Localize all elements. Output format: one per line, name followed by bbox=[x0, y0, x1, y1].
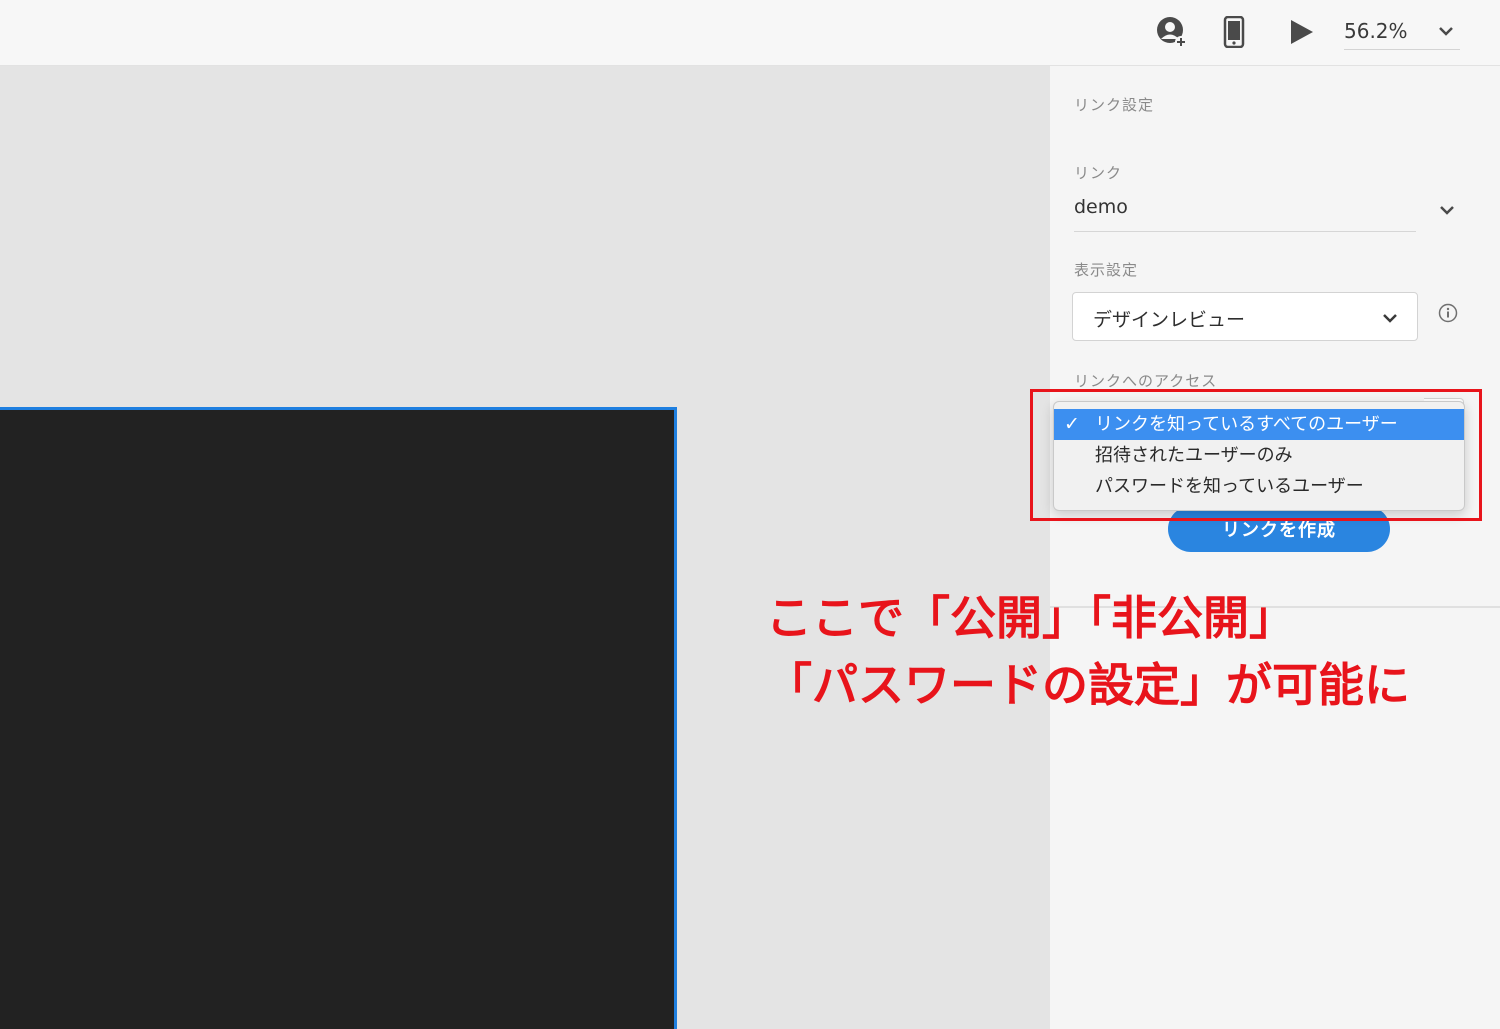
artboard[interactable] bbox=[0, 407, 677, 1029]
link-select[interactable]: demo bbox=[1074, 194, 1416, 232]
chevron-down-icon[interactable] bbox=[1438, 201, 1456, 220]
device-preview-icon[interactable] bbox=[1216, 14, 1252, 50]
annotation-line-2: 「パスワードの設定」が可能に bbox=[766, 658, 1410, 712]
link-value: demo bbox=[1074, 196, 1128, 218]
top-toolbar: 56.2% bbox=[0, 0, 1500, 66]
zoom-value: 56.2% bbox=[1344, 19, 1408, 43]
annotation-line-1: ここで「公開」「非公開」 bbox=[766, 591, 1295, 645]
link-settings-panel: リンク設定 リンク demo 表示設定 デザインレビュー リンクへのアクセス リ… bbox=[1050, 66, 1500, 1029]
view-setting-value: デザインレビュー bbox=[1093, 309, 1246, 331]
panel-title: リンク設定 bbox=[1074, 96, 1155, 114]
info-icon[interactable] bbox=[1438, 303, 1458, 327]
access-label: リンクへのアクセス bbox=[1074, 372, 1218, 390]
play-icon[interactable] bbox=[1283, 14, 1319, 50]
zoom-select[interactable]: 56.2% bbox=[1344, 16, 1460, 50]
invite-user-icon[interactable] bbox=[1154, 14, 1190, 50]
chevron-down-icon bbox=[1438, 22, 1454, 41]
view-setting-select[interactable]: デザインレビュー bbox=[1072, 292, 1418, 341]
chevron-down-icon bbox=[1381, 309, 1399, 328]
link-label: リンク bbox=[1074, 164, 1123, 182]
view-setting-label: 表示設定 bbox=[1074, 261, 1139, 279]
highlight-box bbox=[1030, 389, 1482, 521]
